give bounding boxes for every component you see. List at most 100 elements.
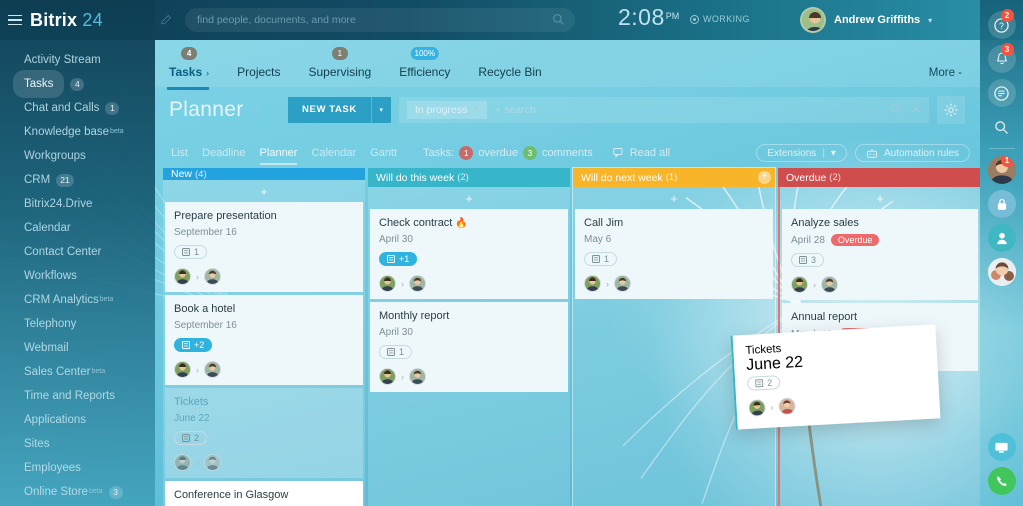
rail-item-help[interactable]: ? 2 [980, 8, 1023, 42]
lock-icon[interactable] [987, 190, 1016, 218]
sidebar-item-contact-center[interactable]: Contact Center [0, 240, 155, 264]
tab-efficiency[interactable]: 100% Efficiency [385, 47, 464, 87]
tab-supervising[interactable]: 1 Supervising [295, 47, 386, 87]
desktop-app-icon[interactable] [987, 433, 1016, 461]
tab-projects[interactable]: Projects [223, 65, 294, 87]
sidebar-item-workgroups[interactable]: Workgroups [0, 144, 155, 168]
rail-item-notifications[interactable]: 3 [980, 42, 1023, 76]
dragged-task-card[interactable]: Tickets June 22 2 › [730, 324, 941, 430]
search-icon[interactable] [890, 103, 902, 115]
rail-item-person[interactable] [980, 221, 1023, 255]
sidebar-item-employees[interactable]: Employees [0, 456, 155, 480]
sidebar-item-webmail[interactable]: Webmail [0, 336, 155, 360]
chevron-down-icon[interactable]: ▾ [928, 16, 932, 25]
sidebar-item-calendar[interactable]: Calendar [0, 216, 155, 240]
chat-icon[interactable] [987, 79, 1016, 107]
group-avatar-icon[interactable] [987, 258, 1016, 286]
person-icon[interactable] [987, 224, 1016, 252]
read-all-button[interactable]: Read all [613, 147, 670, 159]
sidebar-item-sites[interactable]: Sites [0, 432, 155, 456]
extensions-button[interactable]: Extensions | ▾ [756, 144, 847, 162]
new-task-button[interactable]: NEW TASK [288, 96, 371, 123]
sidebar-item-tasks[interactable]: Tasks 4 [0, 70, 155, 98]
view-tab-list[interactable]: List [171, 147, 188, 159]
gear-icon[interactable] [936, 95, 965, 124]
sidebar-item-workflows[interactable]: Workflows [0, 264, 155, 288]
tab-tasks[interactable]: 4 Tasks › [155, 47, 223, 90]
filter-bar[interactable]: In progress × + search ✕ [398, 96, 929, 123]
search-icon[interactable] [552, 13, 565, 26]
rail-item-lock[interactable] [980, 187, 1023, 221]
avatar[interactable] [379, 368, 396, 385]
add-task-button[interactable]: + [573, 187, 775, 209]
comments-label[interactable]: comments [542, 147, 593, 159]
tabs-more-button[interactable]: More - [929, 67, 980, 87]
task-card[interactable]: Check contract 🔥 April 30 +1 › [370, 209, 568, 299]
view-tab-planner[interactable]: Planner [259, 147, 297, 165]
tab-recycle-bin[interactable]: Recycle Bin [464, 65, 555, 87]
avatar[interactable] [379, 275, 396, 292]
avatar[interactable] [204, 454, 221, 471]
chevron-down-icon[interactable]: ▾ [831, 148, 836, 159]
rail-item-search[interactable] [980, 110, 1023, 144]
avatar[interactable] [409, 275, 426, 292]
user-avatar-icon[interactable]: 1 [987, 156, 1016, 184]
sidebar-item-bitrix24-drive[interactable]: Bitrix24.Drive [0, 192, 155, 216]
task-card[interactable]: Conference in GlasgowNovember 261 [165, 481, 363, 506]
hamburger-icon[interactable] [8, 14, 22, 26]
task-card[interactable]: Monthly report April 30 1 › [370, 302, 568, 392]
star-outline-icon[interactable]: ☆ [251, 101, 264, 118]
avatar[interactable] [791, 276, 808, 293]
help-icon[interactable]: ? 2 [987, 9, 1016, 39]
rail-item-phone[interactable] [980, 464, 1023, 498]
task-card[interactable]: Prepare presentation September 16 1 › [165, 202, 363, 292]
column-header[interactable]: Will do this week (2) [368, 168, 570, 187]
chevron-right-icon[interactable]: › [206, 68, 209, 78]
app-logo[interactable]: Bitrix 24 [30, 10, 103, 31]
view-tab-gantt[interactable]: Gantt [370, 147, 397, 159]
avatar[interactable] [821, 276, 838, 293]
sidebar-item-crm-analytics[interactable]: CRM Analytics beta [0, 288, 155, 312]
avatar[interactable] [614, 275, 631, 292]
task-card[interactable]: Book a hotel September 16 +2 › [165, 295, 363, 385]
task-card[interactable]: Tickets June 22 2 › [165, 388, 363, 478]
automation-rules-button[interactable]: Automation rules [854, 144, 970, 162]
sidebar-item-crm[interactable]: CRM 21 [0, 168, 155, 192]
avatar[interactable] [174, 454, 191, 471]
user-menu[interactable]: Andrew Griffiths ▾ [800, 7, 932, 33]
sidebar-item-applications[interactable]: Applications [0, 408, 155, 432]
search-icon[interactable] [994, 120, 1009, 135]
close-icon[interactable]: ✕ [912, 103, 921, 116]
column-header[interactable]: Overdue (2) [778, 168, 980, 187]
avatar[interactable] [748, 398, 767, 417]
task-card[interactable]: Analyze sales April 28 Overdue 3 › [782, 209, 978, 300]
sidebar-item-sales-center[interactable]: Sales Center beta [0, 360, 155, 384]
avatar[interactable] [204, 268, 221, 285]
sidebar-item-telephony[interactable]: Telephony [0, 312, 155, 336]
add-task-button[interactable]: + [780, 187, 980, 209]
filter-chip-in-progress[interactable]: In progress × [406, 100, 488, 119]
global-search[interactable]: find people, documents, and more [185, 8, 575, 32]
status-badge[interactable]: WORKING [690, 14, 750, 24]
bell-icon[interactable]: 3 [987, 43, 1016, 73]
sidebar-item-online-store[interactable]: Online Store beta 3 [0, 480, 155, 504]
rail-item-user[interactable]: 1 [980, 153, 1023, 187]
avatar[interactable] [174, 361, 191, 378]
avatar[interactable] [800, 7, 826, 33]
avatar[interactable] [584, 275, 601, 292]
rail-item-chat[interactable] [980, 76, 1023, 110]
pencil-icon[interactable] [160, 14, 172, 26]
new-task-dropdown-button[interactable]: ▾ [370, 96, 391, 123]
avatar[interactable] [204, 361, 221, 378]
task-card[interactable]: Call Jim May 6 1 › [575, 209, 773, 299]
sidebar-item-activity-stream[interactable]: Activity Stream [0, 48, 155, 72]
avatar[interactable] [174, 268, 191, 285]
rail-item-group[interactable] [980, 255, 1023, 289]
avatar[interactable] [409, 368, 426, 385]
column-header[interactable]: Will do next week (1) + [573, 168, 775, 187]
sidebar-item-knowledge-base[interactable]: Knowledge base beta [0, 120, 155, 144]
view-tab-calendar[interactable]: Calendar [311, 147, 356, 159]
close-icon[interactable]: × [473, 104, 479, 115]
avatar[interactable] [778, 397, 797, 416]
overdue-label[interactable]: overdue [478, 147, 518, 159]
